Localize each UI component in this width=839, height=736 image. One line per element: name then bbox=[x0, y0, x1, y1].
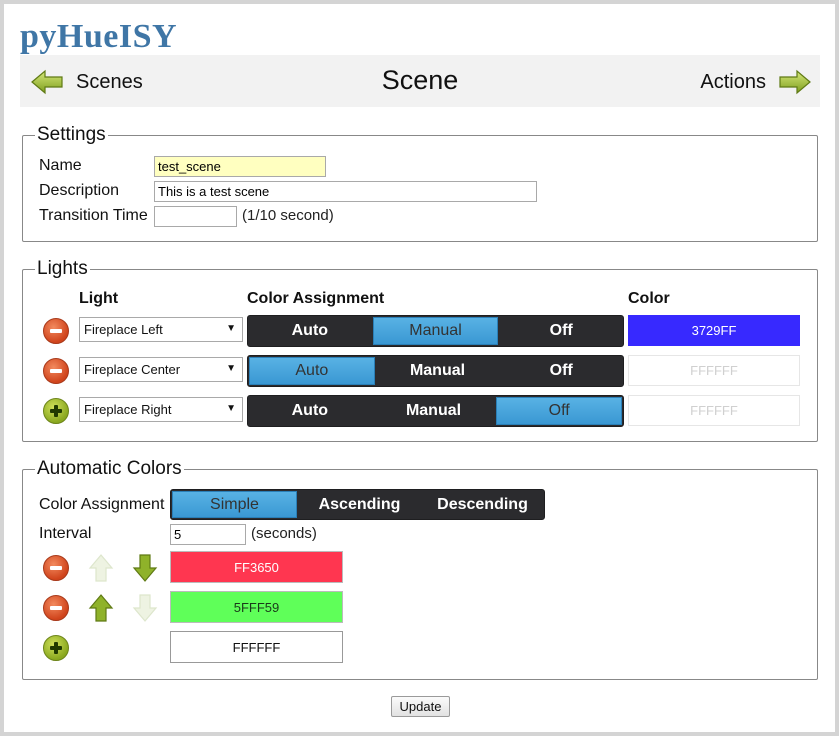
auto-assignment-option-descending[interactable]: Descending bbox=[421, 490, 544, 519]
light-select[interactable]: Fireplace Center ▼ bbox=[79, 357, 243, 382]
description-input[interactable] bbox=[154, 181, 537, 202]
remove-color-button[interactable] bbox=[43, 555, 69, 581]
lights-legend: Lights bbox=[37, 258, 88, 279]
assignment-option-manual[interactable]: Manual bbox=[372, 396, 496, 426]
add-light-button[interactable] bbox=[43, 398, 69, 424]
chevron-down-icon: ▼ bbox=[226, 403, 236, 414]
light-select[interactable]: Fireplace Left ▼ bbox=[79, 317, 243, 342]
color-assignment-column-header: Color Assignment bbox=[247, 290, 385, 307]
assignment-option-off[interactable]: Off bbox=[499, 316, 623, 346]
auto-color-swatch[interactable]: FFFFFF bbox=[170, 631, 343, 663]
app-title: pyHueISY bbox=[20, 18, 178, 55]
header-bar: Scenes Scene Actions bbox=[20, 55, 820, 107]
name-label: Name bbox=[39, 157, 82, 174]
chevron-down-icon: ▼ bbox=[226, 323, 236, 334]
color-assignment-toggle: Auto Manual Off bbox=[247, 395, 624, 427]
assignment-option-off[interactable]: Off bbox=[496, 397, 623, 425]
light-select-value: Fireplace Center bbox=[84, 362, 181, 377]
auto-assignment-option-ascending[interactable]: Ascending bbox=[298, 490, 421, 519]
light-column-header: Light bbox=[79, 290, 119, 307]
color-column-header: Color bbox=[628, 290, 670, 307]
forward-label: Actions bbox=[700, 70, 766, 93]
remove-color-button[interactable] bbox=[43, 595, 69, 621]
move-down-arrow-icon[interactable] bbox=[132, 553, 158, 583]
light-color-swatch[interactable]: FFFFFF bbox=[628, 355, 800, 386]
auto-color-swatch[interactable]: FF3650 bbox=[170, 551, 343, 583]
interval-label: Interval bbox=[39, 525, 92, 542]
arrow-right-icon bbox=[779, 69, 811, 95]
add-color-button[interactable] bbox=[43, 635, 69, 661]
auto-assignment-option-simple[interactable]: Simple bbox=[172, 491, 297, 518]
settings-legend: Settings bbox=[37, 124, 106, 145]
light-select[interactable]: Fireplace Right ▼ bbox=[79, 397, 243, 422]
automatic-colors-legend: Automatic Colors bbox=[37, 458, 182, 479]
update-button[interactable]: Update bbox=[391, 696, 450, 717]
name-input[interactable] bbox=[154, 156, 326, 177]
auto-color-assignment-label: Color Assignment bbox=[39, 496, 165, 513]
assignment-option-auto[interactable]: Auto bbox=[248, 316, 372, 346]
transition-time-input[interactable] bbox=[154, 206, 237, 227]
auto-color-assignment-toggle: Simple Ascending Descending bbox=[170, 489, 545, 520]
transition-time-unit: (1/10 second) bbox=[242, 207, 334, 224]
light-select-value: Fireplace Left bbox=[84, 322, 163, 337]
light-select-value: Fireplace Right bbox=[84, 402, 172, 417]
remove-light-button[interactable] bbox=[43, 318, 69, 344]
assignment-option-manual[interactable]: Manual bbox=[376, 356, 500, 386]
light-color-swatch[interactable]: FFFFFF bbox=[628, 395, 800, 426]
interval-input[interactable] bbox=[170, 524, 246, 545]
transition-time-label: Transition Time bbox=[39, 207, 148, 224]
light-color-swatch[interactable]: 3729FF bbox=[628, 315, 800, 346]
description-label: Description bbox=[39, 182, 120, 199]
assignment-option-auto[interactable]: Auto bbox=[249, 357, 375, 385]
remove-light-button[interactable] bbox=[43, 358, 69, 384]
move-down-arrow-icon bbox=[132, 594, 158, 622]
chevron-down-icon: ▼ bbox=[226, 363, 236, 374]
interval-unit: (seconds) bbox=[251, 525, 317, 542]
assignment-option-manual[interactable]: Manual bbox=[372, 317, 499, 345]
move-up-arrow-icon[interactable] bbox=[88, 593, 114, 623]
move-up-arrow-icon bbox=[88, 554, 114, 582]
color-assignment-toggle: Auto Manual Off bbox=[247, 315, 624, 347]
forward-to-actions-button[interactable]: Actions bbox=[700, 69, 812, 95]
auto-color-swatch[interactable]: 5FFF59 bbox=[170, 591, 343, 623]
assignment-option-off[interactable]: Off bbox=[499, 356, 623, 386]
color-assignment-toggle: Auto Manual Off bbox=[247, 355, 624, 387]
assignment-option-auto[interactable]: Auto bbox=[248, 396, 372, 426]
